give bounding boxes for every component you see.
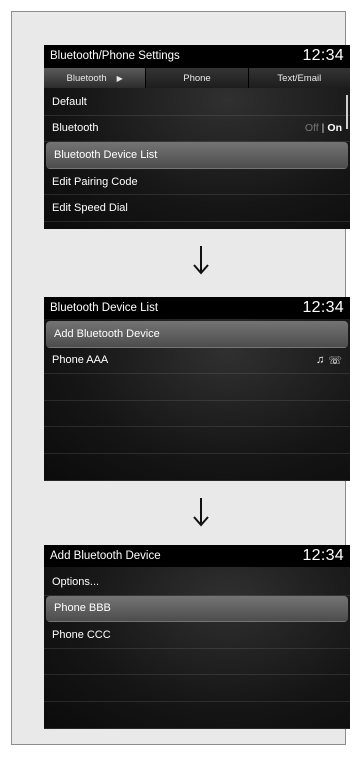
list-item-bluetooth[interactable]: Bluetooth Off | On bbox=[44, 116, 350, 143]
clock: 12:34 bbox=[302, 547, 344, 564]
list-item-empty bbox=[44, 374, 350, 401]
list-item-phone-ccc[interactable]: Phone CCC bbox=[44, 622, 350, 649]
list-item-options[interactable]: Options... bbox=[44, 569, 350, 596]
instruction-panel: Bluetooth/Phone Settings 12:34 Bluetooth… bbox=[11, 11, 350, 745]
title-bar: Bluetooth/Phone Settings 12:34 bbox=[44, 45, 350, 67]
list-item-edit-speed-dial[interactable]: Edit Speed Dial bbox=[44, 195, 350, 222]
tab-phone[interactable]: Phone bbox=[146, 68, 249, 88]
title-bar: Bluetooth Device List 12:34 bbox=[44, 297, 350, 319]
bluetooth-toggle[interactable]: Off | On bbox=[305, 122, 342, 134]
device-search-list: Options... Phone BBB Phone CCC bbox=[44, 569, 350, 729]
tab-bluetooth[interactable]: Bluetooth ▶ bbox=[44, 68, 147, 88]
toggle-on-label: On bbox=[327, 122, 342, 135]
settings-tabs: Bluetooth ▶ Phone Text/Email bbox=[44, 67, 350, 88]
bluetooth-phone-settings-screen: Bluetooth/Phone Settings 12:34 Bluetooth… bbox=[44, 45, 350, 229]
list-item-label: Phone BBB bbox=[54, 602, 111, 615]
tab-text-email-label: Text/Email bbox=[277, 72, 322, 84]
list-item-label: Add Bluetooth Device bbox=[54, 327, 160, 340]
tab-bluetooth-label: Bluetooth bbox=[66, 72, 107, 84]
list-item-default[interactable]: Default bbox=[44, 89, 350, 116]
list-item-label: Phone CCC bbox=[52, 628, 111, 641]
list-item-empty bbox=[44, 649, 350, 676]
tab-text-email[interactable]: Text/Email bbox=[248, 68, 350, 88]
music-note-icon: ♫ bbox=[315, 354, 325, 367]
toggle-separator: | bbox=[321, 122, 325, 135]
screen-title: Bluetooth/Phone Settings bbox=[50, 50, 180, 62]
list-item-label: Edit Pairing Code bbox=[52, 175, 138, 188]
list-item-empty bbox=[44, 401, 350, 428]
toggle-off-label: Off bbox=[304, 122, 319, 135]
list-item-phone-aaa[interactable]: Phone AAA ♫ ☏ bbox=[44, 348, 350, 375]
device-list: Add Bluetooth Device Phone AAA ♫ ☏ bbox=[44, 321, 350, 481]
add-bluetooth-device-screen: Add Bluetooth Device 12:34 Options... Ph… bbox=[44, 545, 350, 729]
screen-title: Add Bluetooth Device bbox=[50, 550, 161, 562]
down-arrow-icon bbox=[193, 246, 209, 275]
phone-handset-icon: ☏ bbox=[328, 354, 342, 367]
list-item-empty bbox=[44, 427, 350, 454]
list-item-empty bbox=[44, 702, 350, 729]
list-item-edit-pairing-code[interactable]: Edit Pairing Code bbox=[44, 169, 350, 196]
clock: 12:34 bbox=[302, 47, 344, 64]
tab-phone-label: Phone bbox=[183, 72, 211, 84]
tab-arrow-icon: ▶ bbox=[116, 73, 123, 83]
list-item-label: Default bbox=[52, 95, 87, 108]
list-item-add-bluetooth-device[interactable]: Add Bluetooth Device bbox=[46, 321, 348, 348]
list-item-empty bbox=[44, 454, 350, 481]
list-item-label: Bluetooth Device List bbox=[54, 148, 158, 161]
list-item-bluetooth-device-list[interactable]: Bluetooth Device List bbox=[46, 142, 348, 169]
list-item-phone-bbb[interactable]: Phone BBB bbox=[46, 595, 348, 623]
scrollbar[interactable] bbox=[346, 95, 348, 129]
clock: 12:34 bbox=[302, 299, 344, 316]
device-status-icons: ♫ ☏ bbox=[316, 354, 342, 367]
title-bar: Add Bluetooth Device 12:34 bbox=[44, 545, 350, 567]
down-arrow-icon bbox=[193, 498, 209, 527]
screen-title: Bluetooth Device List bbox=[50, 302, 159, 314]
settings-list: Default Bluetooth Off | On Bluetooth Dev… bbox=[44, 89, 350, 222]
list-item-label: Options... bbox=[52, 575, 100, 588]
bluetooth-device-list-screen: Bluetooth Device List 12:34 Add Bluetoot… bbox=[44, 297, 350, 481]
list-item-label: Phone AAA bbox=[52, 354, 109, 367]
list-item-empty bbox=[44, 675, 350, 702]
list-item-label: Edit Speed Dial bbox=[52, 202, 128, 215]
list-item-label: Bluetooth bbox=[52, 122, 99, 135]
